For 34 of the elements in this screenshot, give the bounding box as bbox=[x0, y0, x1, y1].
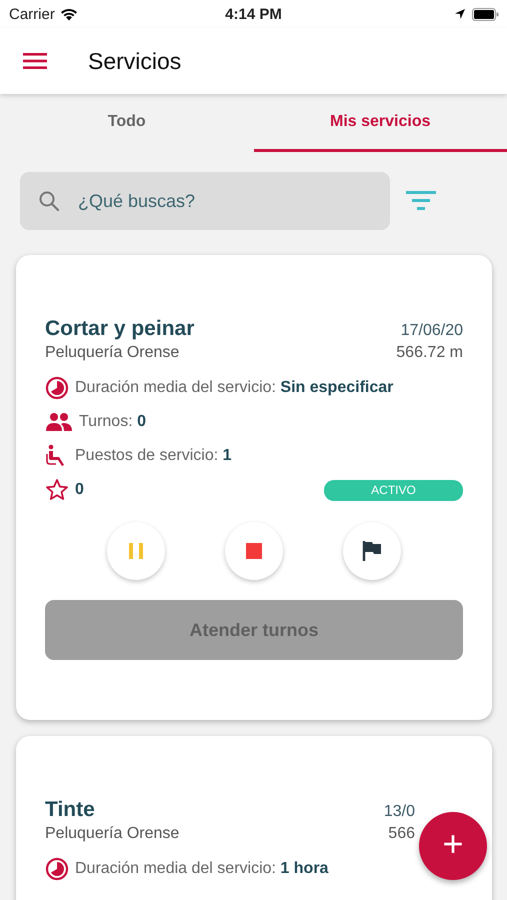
service-detail: Puestos de servicio: 1 bbox=[75, 447, 232, 465]
service-detail: Turnos: 0 bbox=[79, 413, 146, 431]
clock-icon bbox=[45, 376, 69, 400]
search-field[interactable]: ¿Qué buscas? bbox=[20, 172, 390, 230]
service-detail: Duración media del servicio: 1 hora bbox=[75, 860, 328, 878]
screen-title: Servicios bbox=[88, 48, 182, 74]
service-detail: Duración media del servicio: Sin especificar bbox=[75, 379, 394, 397]
carrier-label: Carrier bbox=[9, 6, 55, 22]
filter-icon[interactable] bbox=[406, 190, 436, 212]
wifi-icon bbox=[60, 8, 78, 20]
service-date: 17/06/20 bbox=[400, 322, 463, 340]
service-title: Cortar y peinar bbox=[45, 317, 194, 341]
star-icon bbox=[45, 478, 69, 502]
people-icon bbox=[45, 412, 73, 432]
status-badge: ACTIVO bbox=[324, 480, 463, 500]
clock-icon bbox=[45, 857, 69, 881]
rating-value: 0 bbox=[75, 481, 84, 499]
distance-label: 566 bbox=[388, 825, 415, 843]
menu-icon[interactable] bbox=[23, 52, 47, 70]
business-name: Peluquería Orense bbox=[45, 344, 180, 362]
stop-button[interactable] bbox=[225, 522, 283, 580]
flag-icon bbox=[362, 540, 382, 562]
location-arrow-icon bbox=[454, 8, 466, 20]
flag-button[interactable] bbox=[343, 522, 401, 580]
service-title: Tinte bbox=[45, 798, 95, 822]
stop-icon bbox=[246, 543, 262, 559]
clock-time: 4:14 PM bbox=[225, 6, 282, 22]
tab[interactable]: Mis servicios bbox=[254, 94, 507, 152]
tab[interactable]: Todo bbox=[0, 94, 254, 152]
battery-icon bbox=[472, 8, 499, 20]
distance-label: 566.72 m bbox=[396, 344, 463, 362]
business-name: Peluquería Orense bbox=[45, 825, 180, 843]
pause-icon bbox=[128, 542, 144, 560]
service-date: 13/0 bbox=[384, 803, 415, 821]
